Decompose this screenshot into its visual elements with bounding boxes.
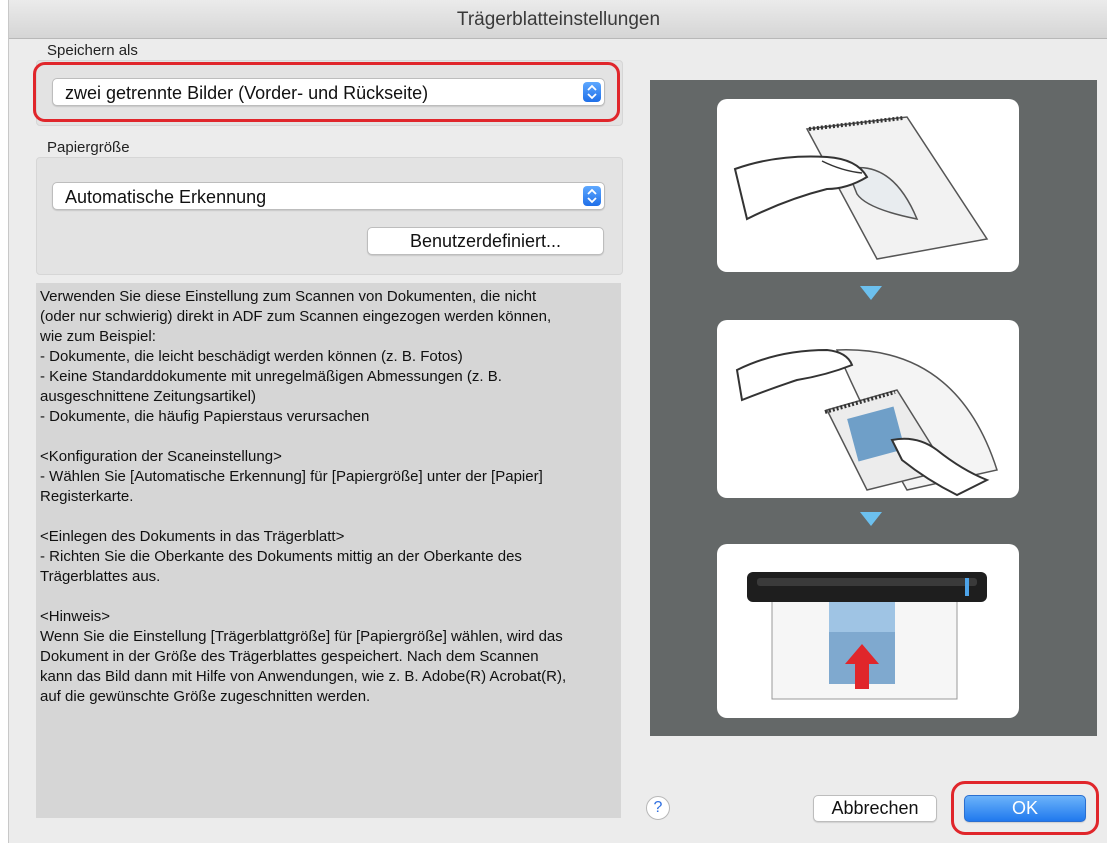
save-as-select[interactable]: zwei getrennte Bilder (Vorder- und Rücks… [52,78,605,106]
description-line: - Keine Standarddokumente mit unregelmäß… [40,368,502,385]
step-open-carrier-sheet-image [717,99,1019,272]
help-button[interactable]: ? [646,796,670,820]
description-line: kann das Bild dann mit Hilfe von Anwendu… [40,668,567,685]
description-line: auf die gewünschte Größe zugeschnitten w… [40,688,371,705]
description-line: - Dokumente, die häufig Papierstaus veru… [40,408,370,425]
description-line: (oder nur schwierig) direkt in ADF zum S… [40,308,552,325]
paper-size-group: Automatische Erkennung Benutzerdefiniert… [36,157,623,275]
description-line [40,427,619,447]
step-scan-image [717,544,1019,718]
description-line: - Wählen Sie [Automatische Erkennung] fü… [40,468,543,485]
updown-arrows-icon [583,82,601,102]
description-line: Trägerblattes aus. [40,568,161,585]
description-line: Registerkarte. [40,488,134,505]
paper-size-selected-value: Automatische Erkennung [65,187,267,207]
custom-size-button[interactable]: Benutzerdefiniert... [367,227,604,255]
illustration-panel [650,80,1097,736]
step-arrow-icon [860,286,882,300]
description-line: wie zum Beispiel: [40,328,156,345]
save-as-label: Speichern als [47,42,138,59]
description-line: <Konfiguration der Scaneinstellung> [40,448,282,465]
description-line: ausgeschnittene Zeitungsartikel) [40,388,256,405]
description-line: Verwenden Sie diese Einstellung zum Scan… [40,288,537,305]
description-line: Dokument in der Größe des Trägerblattes … [40,648,539,665]
description-line: <Einlegen des Dokuments in das Trägerbla… [40,528,345,545]
description-line: <Hinweis> [40,608,111,625]
window-title: Trägerblatteinstellungen [456,9,661,30]
save-as-group: zwei getrennte Bilder (Vorder- und Rücks… [36,60,623,126]
save-as-selected-value: zwei getrennte Bilder (Vorder- und Rücks… [65,83,429,103]
step-arrow-icon [860,512,882,526]
step-insert-document-image [717,320,1019,498]
description-line: - Richten Sie die Oberkante des Dokument… [40,548,522,565]
settings-dialog: Trägerblatteinstellungen Speichern als z… [8,0,1107,843]
updown-arrows-icon [583,186,601,206]
description-text: Verwenden Sie diese Einstellung zum Scan… [36,283,621,818]
description-line [40,507,619,527]
paper-size-label: Papiergröße [47,139,130,156]
description-line [40,587,619,607]
description-line: Wenn Sie die Einstellung [Trägerblattgrö… [40,628,563,645]
cancel-button[interactable]: Abbrechen [813,795,937,822]
title-bar[interactable]: Trägerblatteinstellungen [9,0,1107,39]
ok-button[interactable]: OK [964,795,1086,822]
description-line: - Dokumente, die leicht beschädigt werde… [40,348,463,365]
paper-size-select[interactable]: Automatische Erkennung [52,182,605,210]
